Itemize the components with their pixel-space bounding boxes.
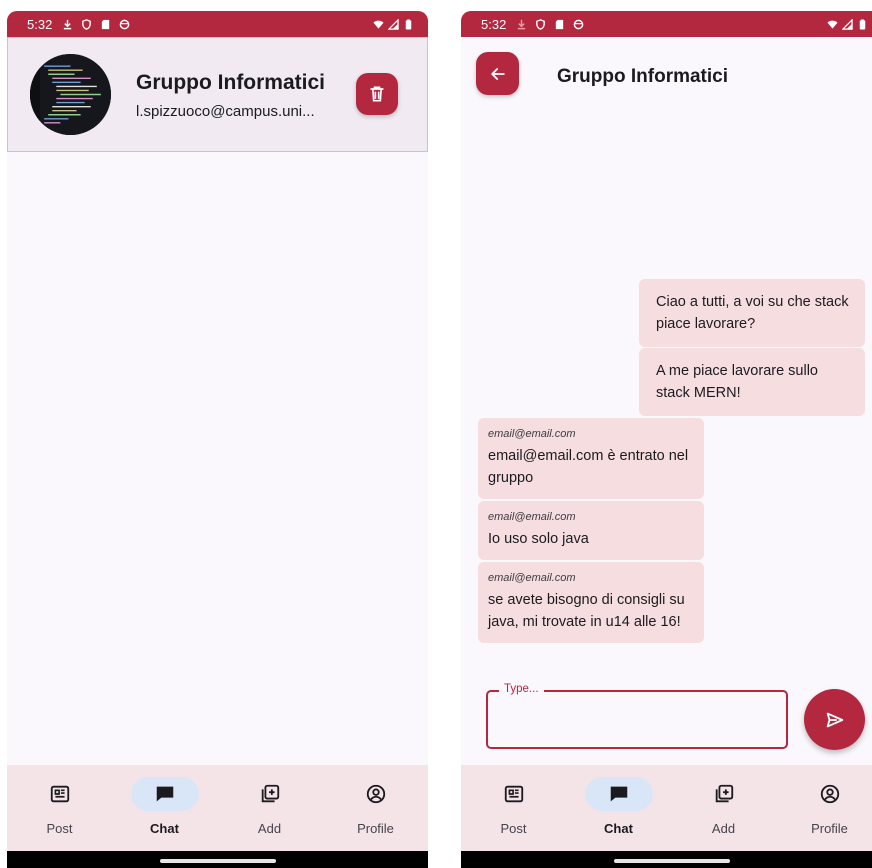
- system-nav-bar: [7, 851, 428, 868]
- bottom-navigation: Post Chat Add Profile: [7, 765, 428, 851]
- group-avatar: [30, 54, 111, 135]
- message-bubble-received: email@email.com se avete bisogno di cons…: [478, 562, 704, 643]
- message-input-label: Type...: [499, 683, 544, 695]
- battery-icon: [857, 18, 868, 30]
- sd-card-icon: [554, 19, 565, 30]
- status-bar: 5:32: [461, 11, 872, 37]
- nav-label-profile: Profile: [357, 821, 394, 836]
- status-time: 5:32: [481, 16, 507, 32]
- newspaper-icon: [503, 783, 525, 805]
- group-email: l.spizzuoco@campus.uni...: [136, 103, 315, 120]
- nav-item-profile[interactable]: Profile: [777, 765, 872, 851]
- arrow-back-icon: [488, 64, 508, 84]
- message-sender: email@email.com: [488, 572, 576, 584]
- message-input[interactable]: Type...: [486, 683, 788, 749]
- nav-label-post: Post: [46, 821, 73, 836]
- circle-app-icon: [573, 19, 584, 30]
- chat-title: Gruppo Informatici: [557, 66, 728, 87]
- newspaper-icon: [49, 783, 71, 805]
- nav-label-add: Add: [257, 821, 282, 836]
- nav-label-chat: Chat: [604, 821, 633, 836]
- account-circle-icon: [365, 783, 387, 805]
- chat-screen: 5:32 Gruppo Informatici Ciao a tutti, a …: [461, 11, 872, 868]
- status-time: 5:32: [27, 16, 53, 32]
- sd-card-icon: [100, 19, 111, 30]
- nav-item-chat[interactable]: Chat: [566, 765, 671, 851]
- back-button[interactable]: [476, 52, 519, 95]
- chat-icon: [608, 783, 630, 805]
- chat-icon: [154, 783, 176, 805]
- message-text: se avete bisogno di consigli su java, mi…: [488, 592, 685, 630]
- circle-app-icon: [119, 19, 130, 30]
- wifi-icon: [827, 19, 838, 30]
- nav-label-add: Add: [711, 821, 736, 836]
- message-bubble-sent: A me piace lavorare sullo stack MERN!: [639, 348, 865, 416]
- home-indicator[interactable]: [159, 859, 276, 863]
- group-list-item[interactable]: Gruppo Informatici l.spizzuoco@campus.un…: [7, 37, 428, 152]
- group-title: Gruppo Informatici: [136, 71, 325, 94]
- download-icon: [516, 19, 527, 30]
- status-bar: 5:32: [7, 11, 428, 37]
- nav-item-add[interactable]: Add: [217, 765, 322, 851]
- wifi-icon: [373, 19, 384, 30]
- signal-icon: [842, 18, 853, 30]
- signal-icon: [388, 18, 399, 30]
- shield-icon: [81, 18, 92, 30]
- message-bubble-received: email@email.com email@email.com è entrat…: [478, 418, 704, 499]
- nav-item-post[interactable]: Post: [7, 765, 112, 851]
- message-text: Ciao a tutti, a voi su che stack piace l…: [656, 294, 849, 332]
- message-text: email@email.com è entrato nel gruppo: [488, 448, 689, 486]
- message-sender: email@email.com: [488, 511, 576, 523]
- nav-item-post[interactable]: Post: [461, 765, 566, 851]
- message-text: A me piace lavorare sullo stack MERN!: [656, 363, 818, 401]
- nav-item-profile[interactable]: Profile: [323, 765, 428, 851]
- nav-item-chat[interactable]: Chat: [112, 765, 217, 851]
- add-library-icon: [713, 783, 735, 805]
- shield-icon: [535, 18, 546, 30]
- download-icon: [62, 19, 73, 30]
- message-text: Io uso solo java: [488, 531, 589, 547]
- delete-group-button[interactable]: [356, 73, 398, 115]
- bottom-navigation: Post Chat Add Profile: [461, 765, 872, 851]
- nav-label-chat: Chat: [150, 821, 179, 836]
- send-button[interactable]: [804, 689, 865, 750]
- groups-screen: 5:32 Gruppo Informatici l.spizzuoco@camp…: [7, 11, 428, 868]
- nav-label-post: Post: [500, 821, 527, 836]
- message-bubble-received: email@email.com Io uso solo java: [478, 501, 704, 560]
- trash-icon: [367, 84, 387, 104]
- battery-icon: [403, 18, 414, 30]
- account-circle-icon: [819, 783, 841, 805]
- message-bubble-sent: Ciao a tutti, a voi su che stack piace l…: [639, 279, 865, 347]
- send-icon: [824, 709, 846, 731]
- add-library-icon: [259, 783, 281, 805]
- message-sender: email@email.com: [488, 428, 576, 440]
- system-nav-bar: [461, 851, 872, 868]
- home-indicator[interactable]: [613, 859, 730, 863]
- nav-item-add[interactable]: Add: [671, 765, 776, 851]
- nav-label-profile: Profile: [811, 821, 848, 836]
